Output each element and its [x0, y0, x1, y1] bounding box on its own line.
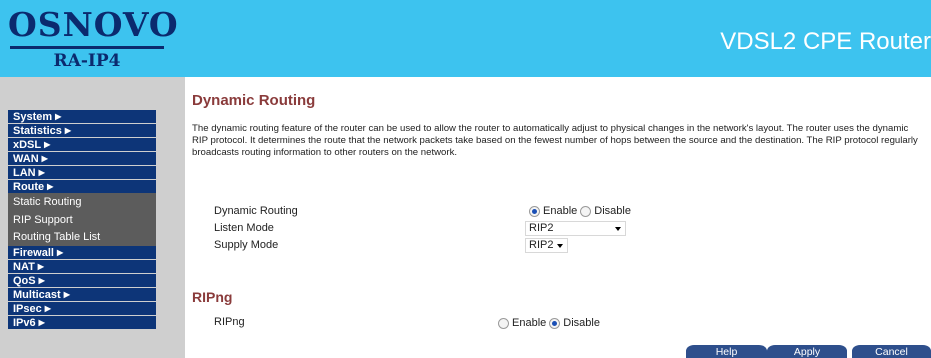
radio-label: Enable — [512, 317, 547, 329]
supply-mode-value: RIP2 — [529, 239, 554, 251]
sidebar-top-spacer — [0, 77, 185, 110]
product-name: VDSL2 CPE Router — [720, 28, 931, 55]
menu-item-system[interactable]: System ▶ — [8, 110, 156, 123]
sidebar: System ▶ Statistics ▶ xDSL ▶ WAN ▶ LAN ▶ Rout… — [0, 77, 185, 358]
arrow-right-icon: ▶ — [44, 304, 51, 313]
page-title: Dynamic Routing — [192, 92, 316, 109]
menu-item-statistics[interactable]: Statistics ▶ — [8, 124, 156, 137]
arrow-right-icon: ▶ — [38, 168, 45, 177]
menu-item-label: xDSL — [13, 139, 42, 151]
menu-item-label: IPv6 — [13, 317, 36, 329]
header-banner: OSNOVO RA-IP4 VDSL2 CPE Router — [0, 0, 931, 77]
arrow-right-icon: ▶ — [63, 290, 70, 299]
menu-item-qos[interactable]: QoS ▶ — [8, 274, 156, 287]
menu-item-label: IPsec — [13, 303, 42, 315]
menu-item-ipv6[interactable]: IPv6 ▶ — [8, 316, 156, 329]
cancel-button[interactable]: Cancel — [852, 345, 931, 358]
menu-item-label: Firewall — [13, 247, 54, 259]
logo-model-text: RA-IP4 — [53, 51, 121, 71]
dynamic-routing-disable-radio[interactable] — [580, 205, 592, 217]
menu-item-label: System — [13, 111, 53, 123]
listen-mode-value: RIP2 — [529, 222, 554, 234]
menu-item-firewall[interactable]: Firewall ▶ — [8, 246, 156, 259]
arrow-right-icon: ▶ — [41, 154, 48, 163]
main-content: Dynamic Routing The dynamic routing feat… — [185, 77, 931, 358]
submenu-item-routing-table-list[interactable]: Routing Table List — [8, 229, 156, 246]
menu-item-wan[interactable]: WAN ▶ — [8, 152, 156, 165]
brand-logo: OSNOVO RA-IP4 — [8, 5, 179, 72]
menu-item-label: Multicast — [13, 289, 61, 301]
chevron-down-icon — [557, 244, 563, 248]
ripng-radio-group: Enable Disable — [498, 316, 603, 330]
menu-item-multicast[interactable]: Multicast ▶ — [8, 288, 156, 301]
ripng-enable-radio[interactable] — [498, 317, 509, 329]
logo-main-text: OSNOVO — [8, 5, 179, 44]
ripng-label: RIPng — [214, 316, 245, 328]
help-button[interactable]: Help — [686, 345, 767, 358]
apply-button[interactable]: Apply — [767, 345, 847, 358]
arrow-right-icon: ▶ — [47, 182, 54, 191]
arrow-right-icon: ▶ — [38, 318, 45, 327]
listen-mode-select[interactable]: RIP2 — [525, 221, 626, 236]
nav-menu: System ▶ Statistics ▶ xDSL ▶ WAN ▶ LAN ▶ Rout… — [8, 110, 156, 330]
page-description: The dynamic routing feature of the route… — [192, 123, 918, 158]
menu-item-label: Route — [13, 181, 45, 193]
supply-mode-label: Supply Mode — [214, 239, 279, 251]
menu-item-label: WAN — [13, 153, 39, 165]
menu-item-label: NAT — [13, 261, 35, 273]
menu-item-ipsec[interactable]: IPsec ▶ — [8, 302, 156, 315]
arrow-right-icon: ▶ — [38, 276, 45, 285]
menu-item-xdsl[interactable]: xDSL ▶ — [8, 138, 156, 151]
listen-mode-label: Listen Mode — [214, 222, 274, 234]
menu-item-label: Statistics — [13, 125, 62, 137]
submenu-item-rip-support[interactable]: RIP Support — [8, 211, 156, 229]
arrow-right-icon: ▶ — [37, 262, 44, 271]
chevron-down-icon — [615, 227, 621, 231]
submenu-item-static-routing[interactable]: Static Routing — [8, 193, 156, 211]
logo-divider — [10, 46, 164, 49]
dynamic-routing-enable-radio[interactable] — [529, 205, 540, 217]
menu-item-lan[interactable]: LAN ▶ — [8, 166, 156, 179]
menu-item-label: LAN — [13, 167, 36, 179]
arrow-right-icon: ▶ — [44, 140, 51, 149]
dynamic-routing-radio-group: Enable Disable — [529, 204, 634, 218]
arrow-right-icon: ▶ — [55, 112, 62, 121]
radio-label: Disable — [563, 317, 600, 329]
menu-item-nat[interactable]: NAT ▶ — [8, 260, 156, 273]
arrow-right-icon: ▶ — [56, 248, 64, 257]
radio-label: Enable — [543, 205, 578, 217]
radio-label: Disable — [594, 205, 631, 217]
ripng-section-title: RIPng — [192, 289, 233, 305]
menu-item-route[interactable]: Route ▶ — [8, 180, 156, 193]
menu-item-label: QoS — [13, 275, 36, 287]
arrow-right-icon: ▶ — [64, 126, 72, 135]
ripng-disable-radio[interactable] — [549, 317, 561, 329]
supply-mode-select[interactable]: RIP2 — [525, 238, 568, 253]
dynamic-routing-label: Dynamic Routing — [214, 205, 298, 217]
